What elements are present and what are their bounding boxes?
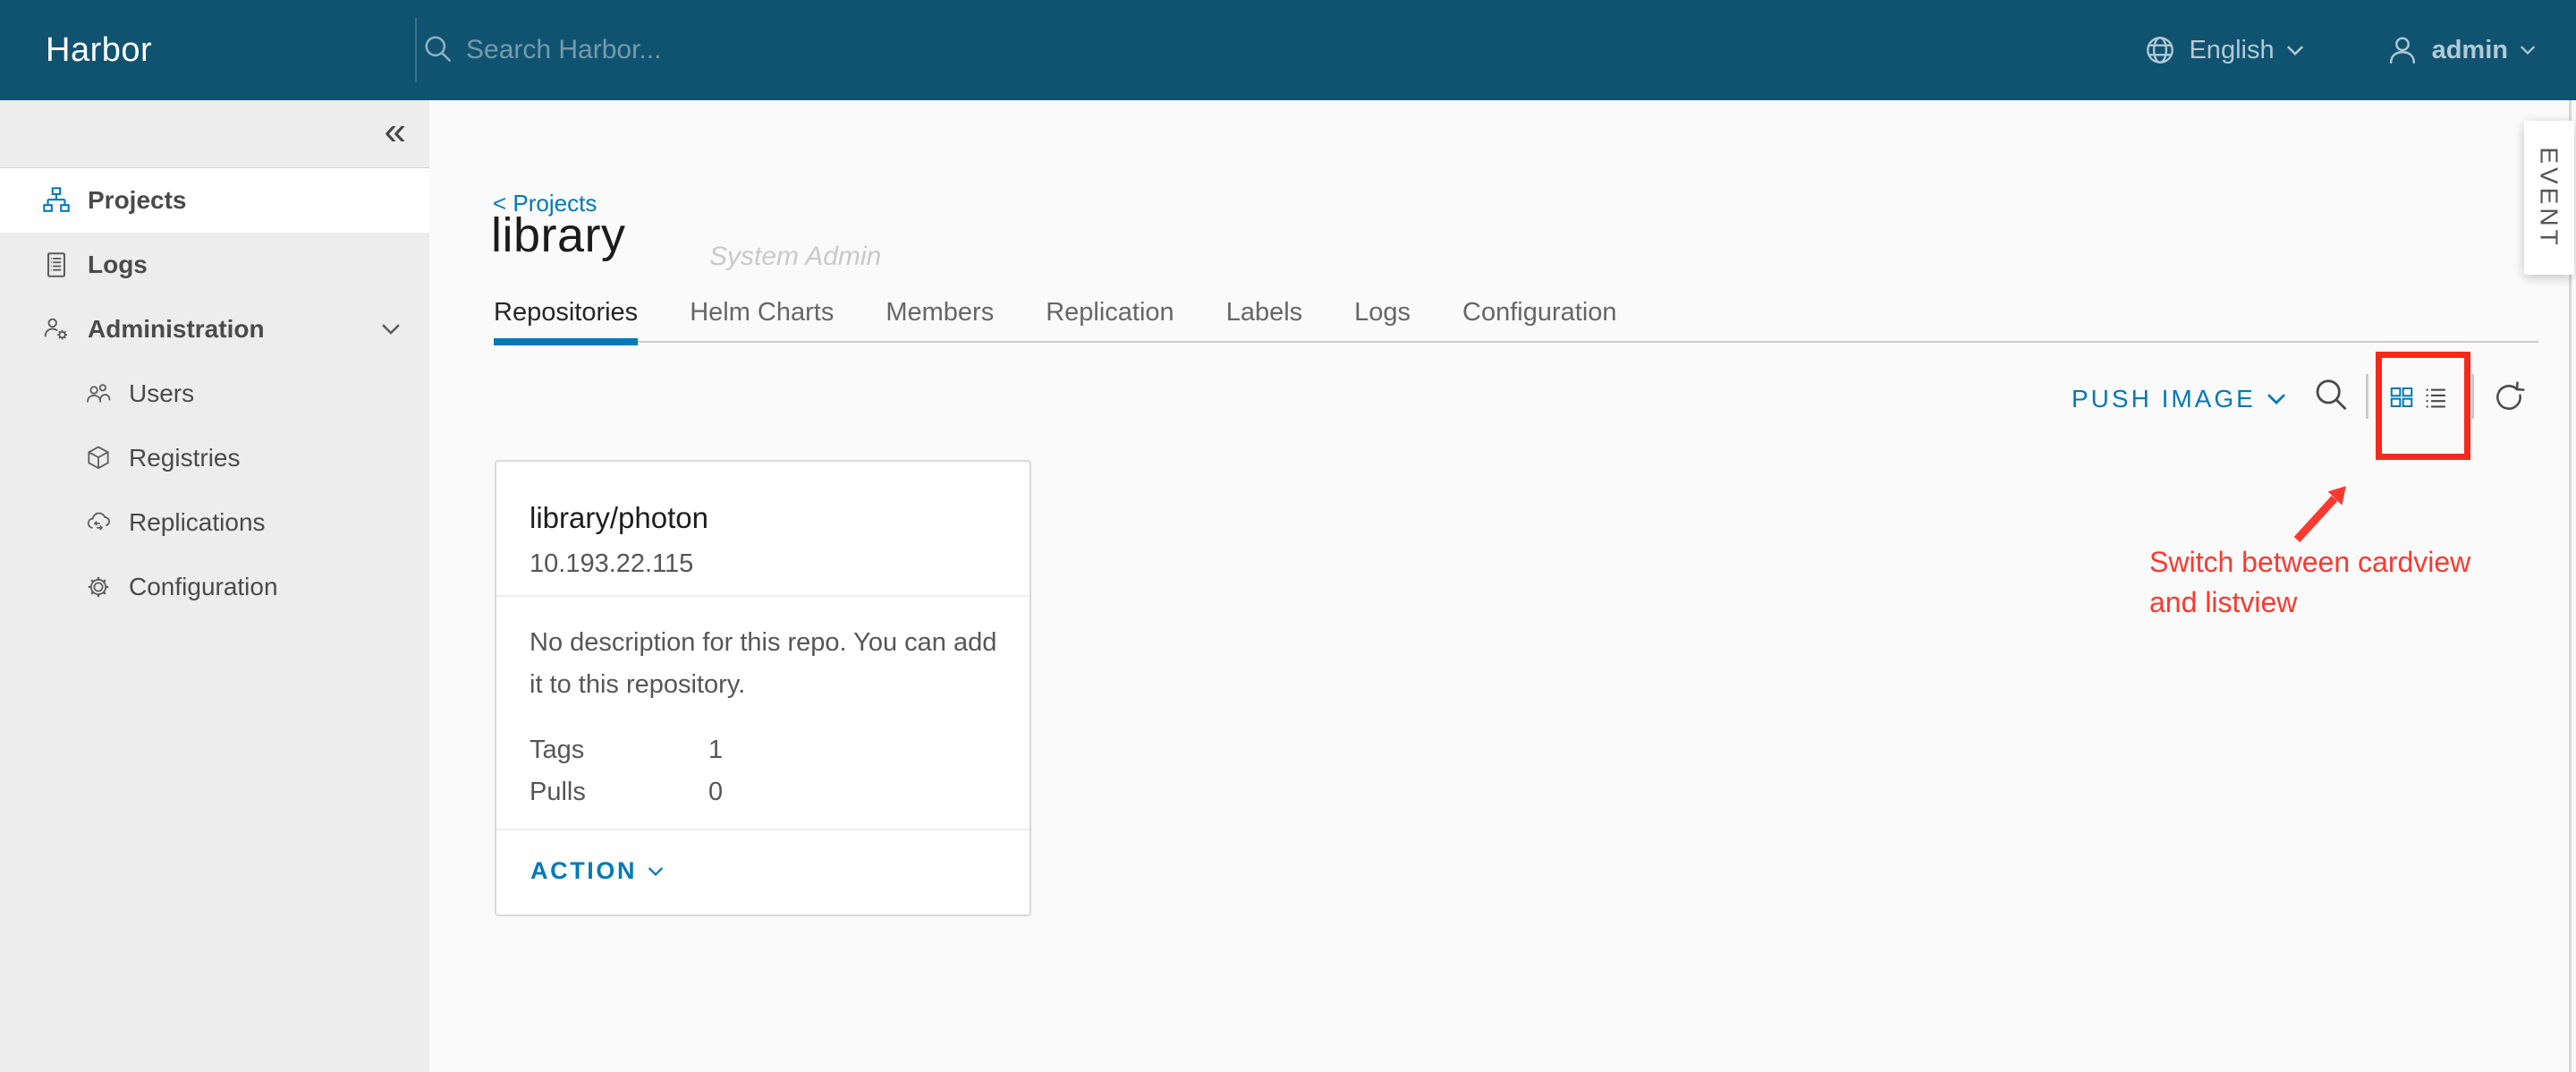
sidebar-item-administration[interactable]: Administration — [0, 297, 429, 362]
chevron-down-icon — [2267, 393, 2286, 405]
sidebar-item-label: Users — [129, 379, 194, 408]
sidebar-collapse-button[interactable]: « — [385, 112, 406, 157]
sidebar-item-projects[interactable]: Projects — [0, 168, 429, 233]
project-role-badge: System Admin — [709, 242, 881, 272]
annotation-text: Switch between cardview and listview — [2149, 542, 2470, 623]
header-actions: English admin — [2143, 0, 2536, 100]
sidebar-item-label: Administration — [88, 315, 265, 344]
sidebar-item-users[interactable]: Users — [0, 362, 429, 426]
sidebar-item-configuration[interactable]: Configuration — [0, 555, 429, 619]
sidebar: « Projects Logs — [0, 100, 429, 1072]
user-label: admin — [2432, 36, 2508, 65]
chevron-down-icon — [2520, 45, 2536, 55]
tab-replication[interactable]: Replication — [1046, 298, 1174, 341]
chevron-down-icon — [381, 323, 401, 336]
event-tab-label: EVENT — [2535, 147, 2563, 248]
globe-icon — [2143, 33, 2177, 67]
stat-label: Tags — [530, 729, 708, 771]
toolbar-divider — [2366, 374, 2368, 419]
project-tabs: Repositories Helm Charts Members Replica… — [494, 298, 2538, 343]
chevron-down-icon — [2286, 45, 2304, 56]
tab-labels[interactable]: Labels — [1226, 298, 1302, 341]
repository-card-body: No description for this repo. You can ad… — [496, 597, 1030, 830]
language-menu[interactable]: English — [2143, 33, 2303, 67]
action-label: ACTION — [530, 857, 637, 885]
stat-row-pulls: Pulls 0 — [530, 771, 1003, 813]
tab-configuration[interactable]: Configuration — [1462, 298, 1617, 341]
repository-name[interactable]: library/photon — [530, 501, 1003, 535]
toolbar-divider — [2471, 374, 2474, 419]
global-search — [411, 0, 1146, 100]
tab-repositories[interactable]: Repositories — [494, 298, 638, 341]
app-header: Harbor English — [0, 0, 2576, 100]
stat-value: 0 — [708, 771, 723, 813]
tab-helm-charts[interactable]: Helm Charts — [690, 298, 834, 341]
sidebar-item-label: Logs — [88, 251, 148, 279]
sidebar-item-replications[interactable]: Replications — [0, 490, 429, 555]
sidebar-item-label: Configuration — [129, 573, 278, 601]
logs-icon — [41, 250, 72, 280]
stat-label: Pulls — [530, 771, 708, 813]
push-image-button[interactable]: PUSH IMAGE — [2072, 379, 2286, 419]
tab-members[interactable]: Members — [886, 298, 994, 341]
annotation-arrow — [2288, 470, 2370, 549]
event-panel-tab[interactable]: EVENT — [2524, 121, 2574, 275]
search-icon — [421, 33, 455, 67]
administration-icon — [41, 314, 72, 345]
refresh-icon[interactable] — [2492, 379, 2526, 414]
harbor-logo[interactable]: Harbor — [46, 0, 152, 100]
tab-logs[interactable]: Logs — [1354, 298, 1411, 341]
sidebar-collapse-row: « — [0, 100, 429, 168]
repository-stats: Tags 1 Pulls 0 — [530, 729, 1003, 813]
sidebar-item-label: Replications — [129, 508, 266, 537]
filter-search-icon[interactable] — [2311, 376, 2352, 417]
page-title: library — [491, 208, 626, 263]
annotation-highlight-box — [2376, 352, 2470, 460]
push-image-label: PUSH IMAGE — [2072, 385, 2256, 413]
language-label: English — [2189, 36, 2274, 65]
annotation-line-2: and listview — [2149, 583, 2470, 623]
annotation-line-1: Switch between cardview — [2149, 542, 2470, 583]
user-icon — [2385, 32, 2420, 68]
configuration-icon — [84, 573, 113, 601]
stat-row-tags: Tags 1 — [530, 729, 1003, 771]
global-search-input[interactable] — [466, 35, 1146, 65]
sidebar-item-registries[interactable]: Registries — [0, 426, 429, 490]
harbor-app: Harbor English — [0, 0, 2576, 1072]
repository-card-header: library/photon 10.193.22.115 — [496, 462, 1030, 597]
repository-action-menu[interactable]: ACTION — [496, 830, 1030, 885]
chevron-down-icon — [648, 866, 664, 877]
users-icon — [84, 379, 113, 408]
projects-icon — [41, 185, 72, 216]
main-content: < Projects library System Admin Reposito… — [429, 100, 2576, 1072]
repository-card[interactable]: library/photon 10.193.22.115 No descript… — [495, 460, 1031, 916]
user-menu[interactable]: admin — [2385, 32, 2536, 68]
repository-endpoint: 10.193.22.115 — [530, 549, 1003, 579]
replications-icon — [84, 508, 113, 537]
registries-icon — [84, 444, 113, 472]
sidebar-item-label: Projects — [88, 186, 187, 215]
sidebar-item-logs[interactable]: Logs — [0, 233, 429, 297]
repository-description: No description for this repo. You can ad… — [530, 622, 1013, 706]
sidebar-item-label: Registries — [129, 444, 240, 472]
stat-value: 1 — [708, 729, 723, 771]
